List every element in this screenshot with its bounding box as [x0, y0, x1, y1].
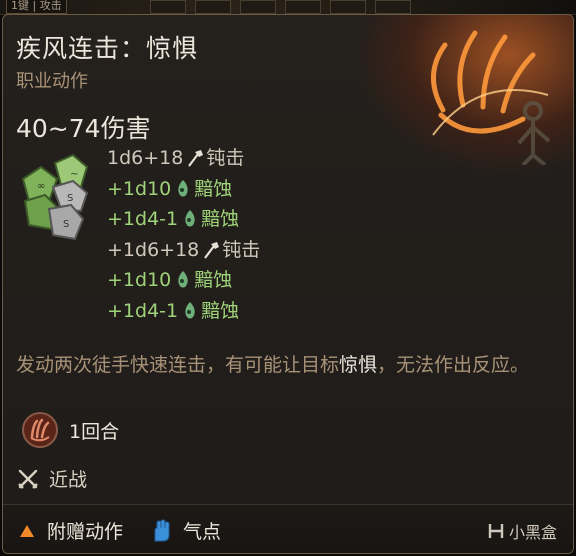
watermark: 小黑盒	[487, 519, 557, 543]
bonus-action-label: 附赠动作	[47, 521, 124, 543]
svg-text:S: S	[63, 219, 69, 230]
action-slot[interactable]	[285, 0, 321, 14]
damage-row: +1d4-1 黯蚀	[107, 296, 260, 327]
action-title: 疾风连击：惊惧	[16, 34, 199, 63]
action-slot[interactable]	[150, 0, 186, 14]
damage-total: 40~74伤害	[16, 114, 151, 143]
action-slot[interactable]	[375, 0, 411, 14]
svg-text:S: S	[67, 193, 73, 204]
damage-amount: +1d4-1	[107, 208, 179, 230]
range-row: 近战	[17, 465, 87, 492]
action-slot[interactable]	[195, 0, 231, 14]
damage-amount: +1d10	[107, 269, 172, 291]
flurry-hand-icon	[431, 30, 551, 165]
cost-footer: 附赠动作 气点 小黑盒	[3, 504, 573, 553]
top-action-bar: 1键 | 攻击	[0, 0, 576, 15]
damage-amount: +1d10	[107, 177, 172, 200]
ki-points-label: 气点	[183, 521, 222, 543]
damage-row: +1d6+18 钝击	[107, 235, 260, 266]
action-tooltip: 疾风连击：惊惧 职业动作 40~74伤害 ∞ ~ S S 1d6+18 钝击 +…	[2, 14, 574, 554]
damage-row: +1d10 黯蚀	[107, 265, 260, 296]
damage-type: 黯蚀	[194, 269, 233, 291]
damage-row: +1d4-1 黯蚀	[107, 204, 260, 235]
damage-type: 黯蚀	[194, 177, 233, 200]
damage-amount: +1d4-1	[107, 299, 179, 322]
action-description: 发动两次徒手快速连击，有可能让目标惊惧，无法作出反应。	[16, 351, 556, 380]
description-text: ，无法作出反应。	[377, 354, 530, 376]
duration-row: 1回合	[21, 411, 119, 449]
action-slot[interactable]	[330, 0, 366, 14]
triangle-icon	[20, 524, 34, 537]
action-category: 职业动作	[16, 71, 88, 92]
necrotic-icon	[178, 271, 188, 288]
description-text: 发动两次徒手快速连击，有可能让目标	[16, 354, 340, 376]
xiaoheihe-logo-icon	[488, 524, 504, 538]
frightened-status-icon	[22, 412, 58, 448]
bonus-action-cost: 附赠动作	[19, 517, 123, 544]
crossed-swords-icon	[18, 469, 38, 489]
range-text: 近战	[49, 469, 88, 491]
ki-hand-icon	[154, 518, 170, 541]
watermark-text: 小黑盒	[508, 523, 557, 542]
frightened-condition-link[interactable]: 惊惧	[339, 354, 377, 376]
damage-amount: 1d6+18	[107, 147, 184, 169]
damage-amount: +1d6+18	[107, 238, 200, 261]
action-slot[interactable]	[240, 0, 276, 14]
damage-row: 1d6+18 钝击	[107, 143, 260, 174]
ki-point-cost: 气点	[151, 517, 221, 544]
hammer-icon	[188, 150, 204, 167]
hammer-icon	[204, 241, 220, 259]
necrotic-icon	[178, 179, 188, 197]
necrotic-icon	[185, 301, 195, 319]
svg-text:~: ~	[70, 169, 78, 180]
dice-icon: ∞ ~ S S	[21, 153, 89, 241]
damage-type: 钝击	[206, 147, 245, 169]
damage-type: 黯蚀	[201, 208, 240, 230]
svg-text:∞: ∞	[37, 181, 45, 192]
damage-type: 黯蚀	[201, 299, 240, 322]
damage-row: +1d10 黯蚀	[107, 174, 260, 205]
damage-breakdown: 1d6+18 钝击 +1d10 黯蚀 +1d4-1 黯蚀 +1d6+18 钝击 …	[107, 143, 260, 326]
duration-text: 1回合	[69, 420, 120, 443]
damage-type: 钝击	[222, 238, 261, 261]
hotkey-label: 1键 | 攻击	[6, 0, 67, 14]
necrotic-icon	[185, 210, 195, 227]
